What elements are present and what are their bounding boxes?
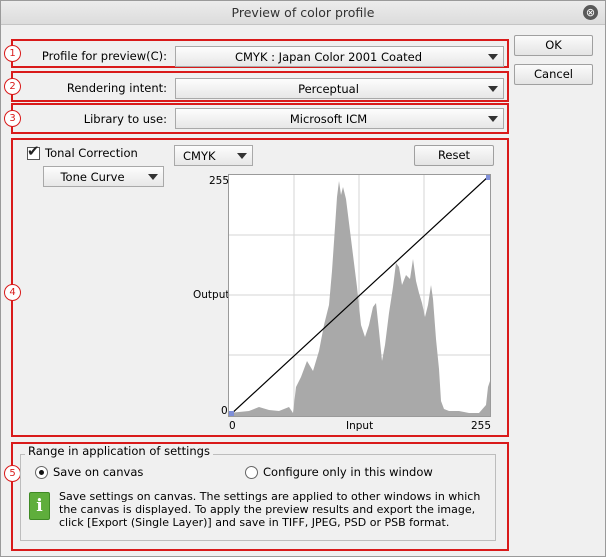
library-value: Microsoft ICM	[289, 112, 368, 126]
ok-button[interactable]: OK	[514, 35, 593, 56]
close-icon[interactable]: ⊗	[583, 5, 598, 20]
library-label: Library to use:	[83, 112, 167, 126]
profile-dropdown[interactable]: CMYK : Japan Color 2001 Coated	[175, 46, 504, 67]
rendering-intent-value: Perceptual	[298, 82, 359, 96]
y-axis-top-label: 255	[209, 175, 230, 187]
reset-button[interactable]: Reset	[414, 145, 494, 166]
annotation-number-5: 5	[4, 465, 21, 482]
rendering-intent-dropdown[interactable]: Perceptual	[175, 78, 504, 99]
annotation-number-4: 4	[4, 284, 21, 301]
title-bar[interactable]: Preview of color profile ⊗	[1, 1, 605, 25]
x-axis-left-label: 0	[229, 420, 236, 432]
save-on-canvas-label[interactable]: Save on canvas	[53, 465, 143, 479]
info-line: the canvas is displayed. To apply the pr…	[59, 503, 476, 516]
annotation-number-2: 2	[4, 78, 21, 95]
configure-only-radio[interactable]	[245, 466, 258, 479]
annotation-number-3: 3	[4, 110, 21, 127]
x-axis-title: Input	[346, 420, 374, 432]
channel-value: CMYK	[183, 149, 216, 163]
chevron-down-icon	[488, 116, 498, 122]
info-line: Save settings on canvas. The settings ar…	[59, 490, 481, 503]
tone-curve-canvas[interactable]	[228, 174, 491, 417]
curve-handle-bottom[interactable]	[229, 411, 234, 416]
chevron-down-icon	[148, 174, 158, 180]
dialog-window: Preview of color profile ⊗ 1 Profile for…	[0, 0, 606, 557]
chevron-down-icon	[237, 153, 247, 159]
window-title: Preview of color profile	[231, 5, 375, 20]
cancel-button[interactable]: Cancel	[514, 64, 593, 85]
range-group-legend: Range in application of settings	[25, 444, 213, 458]
annotation-number-1: 1	[4, 45, 21, 62]
x-axis-right-label: 255	[471, 420, 492, 432]
radio-selected-dot	[39, 470, 44, 475]
chevron-down-icon	[488, 86, 498, 92]
tone-mode-value: Tone Curve	[60, 170, 125, 184]
info-icon: i	[29, 492, 50, 520]
tonal-correction-label: Tonal Correction	[45, 146, 138, 160]
info-line: click [Export (Single Layer)] and save i…	[59, 516, 450, 529]
checkmark-icon: ✔	[27, 142, 40, 160]
curve-handle-top[interactable]	[486, 175, 491, 180]
rendering-intent-label: Rendering intent:	[66, 81, 167, 95]
y-axis-bottom-label: 0	[221, 405, 228, 417]
info-text: Save settings on canvas. The settings ar…	[59, 490, 481, 529]
y-axis-title: Output	[193, 289, 230, 301]
tone-curve-graph[interactable]	[228, 174, 491, 417]
channel-dropdown[interactable]: CMYK	[174, 145, 253, 166]
save-on-canvas-radio[interactable]	[35, 466, 48, 479]
library-dropdown[interactable]: Microsoft ICM	[175, 108, 504, 129]
profile-label: Profile for preview(C):	[41, 49, 167, 63]
tone-mode-dropdown[interactable]: Tone Curve	[43, 166, 164, 187]
tonal-correction-checkbox[interactable]: ✔	[27, 142, 40, 160]
configure-only-label[interactable]: Configure only in this window	[263, 465, 433, 479]
profile-value: CMYK : Japan Color 2001 Coated	[234, 50, 423, 64]
chevron-down-icon	[488, 54, 498, 60]
